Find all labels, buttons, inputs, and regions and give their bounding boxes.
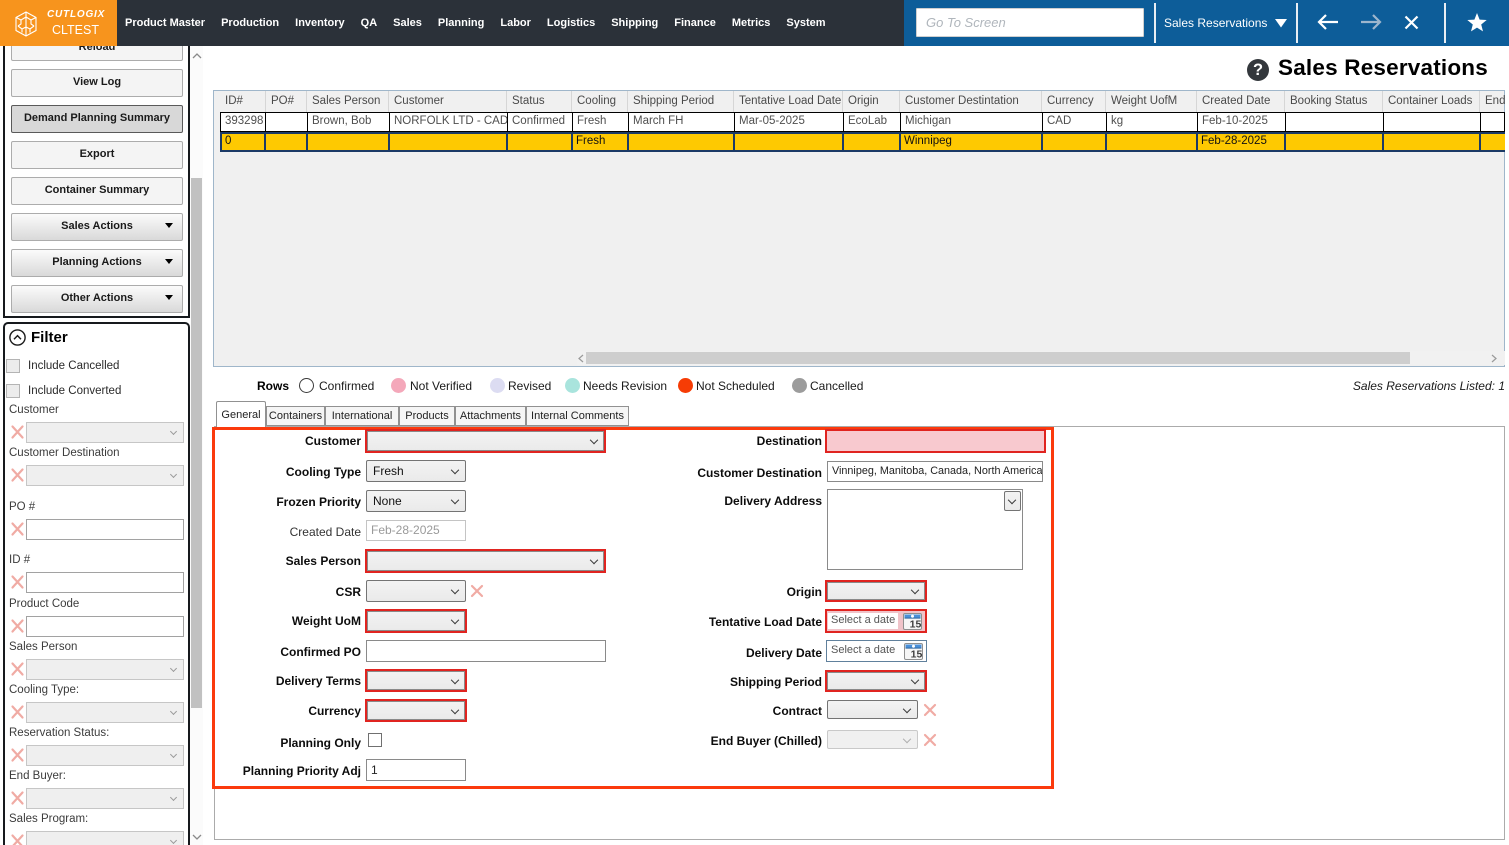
svg-text:?: ? <box>1253 61 1263 79</box>
svg-text:15: 15 <box>911 648 923 660</box>
svg-text:15: 15 <box>910 618 922 630</box>
